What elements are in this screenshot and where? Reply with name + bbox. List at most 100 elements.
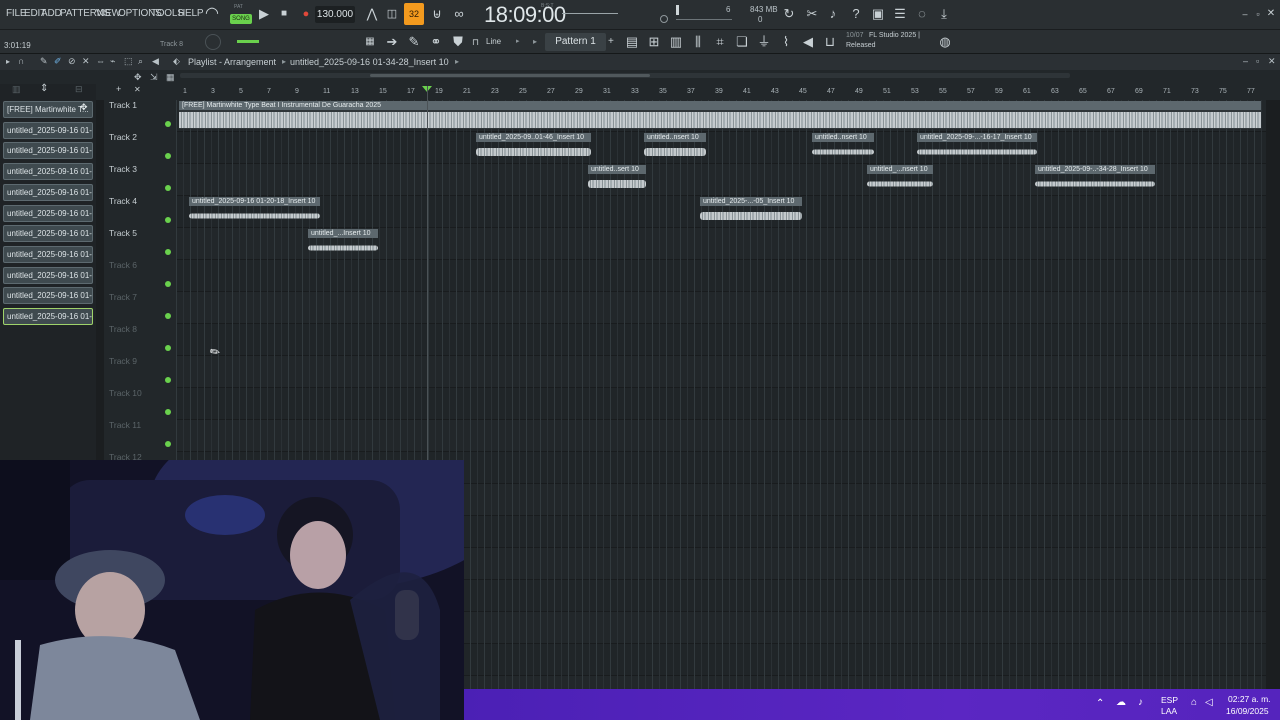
timeline-ruler[interactable]: 1 3 5 7 9 11 13 15 17 19 21 23 25 27 29 31 33 35 37 39 41 43 4… xyxy=(176,86,1266,98)
audio-clip[interactable]: untitled_2025-09-...-16-17_Insert 10 xyxy=(917,133,1037,161)
audio-clip[interactable]: untitled_...nsert 10 xyxy=(867,165,933,193)
cart-icon[interactable]: ⊔ xyxy=(821,33,839,51)
audio-clip[interactable]: untitled_2025-...-05_Insert 10 xyxy=(700,197,802,225)
countdown-button[interactable]: 32 xyxy=(404,3,424,25)
playlist-minimize-icon[interactable]: – xyxy=(1243,56,1248,66)
stamp-icon[interactable]: ⛊ xyxy=(449,33,467,51)
scrollbar-thumb[interactable] xyxy=(370,74,650,77)
pitch-knob[interactable] xyxy=(660,15,668,23)
track-name[interactable]: Track 5 xyxy=(109,228,137,238)
track-lane[interactable] xyxy=(176,420,1266,452)
playlist-close-icon[interactable]: ✕ xyxy=(1268,56,1276,67)
nudge-icon[interactable]: ✥ xyxy=(134,72,142,83)
browser-clip-item[interactable]: untitled_2025-09-16 01-... xyxy=(3,308,93,325)
plug-icon[interactable]: ⏚ xyxy=(755,33,773,51)
plugin-icon[interactable]: ⌗ xyxy=(711,33,729,51)
snap-arrow-icon[interactable]: ▸ xyxy=(516,37,520,45)
track-mute-led[interactable] xyxy=(165,185,171,191)
play-icon[interactable]: ▶ xyxy=(255,5,273,23)
slip-tool-icon[interactable]: ⇔ xyxy=(96,56,105,66)
network-icon[interactable]: ⌂ xyxy=(1191,697,1197,708)
chat-icon[interactable]: ◌ xyxy=(913,5,931,23)
browser-tab-icon[interactable]: ▥ xyxy=(12,84,21,95)
track-mute-led[interactable] xyxy=(165,377,171,383)
audio-clip[interactable]: untitled_2025-09-16 01-20-18_Insert 10 xyxy=(189,197,320,225)
magnet-icon[interactable]: ∩ xyxy=(18,56,24,66)
browser-clip-item[interactable]: untitled_2025-09-16 01-... xyxy=(3,266,93,284)
track-lane[interactable] xyxy=(176,260,1266,292)
remove-track-icon[interactable]: ✕ xyxy=(134,85,141,94)
track-mute-led[interactable] xyxy=(165,345,171,351)
help-icon[interactable]: ? xyxy=(847,5,865,23)
record-icon[interactable]: ● xyxy=(297,5,315,23)
slice-tool-icon[interactable]: ⌁ xyxy=(110,56,115,67)
globe-icon[interactable]: ◍ xyxy=(936,33,954,51)
news-title[interactable]: FL Studio 2025 | xyxy=(869,32,920,39)
track-name[interactable]: Track 2 xyxy=(109,132,137,142)
microphone-icon[interactable]: ♪ xyxy=(1138,697,1143,708)
playlist-maximize-icon[interactable]: ▫ xyxy=(1256,56,1259,66)
taskbar-clock[interactable]: 02:27 a. m. xyxy=(1228,694,1271,704)
select-tool-icon[interactable]: ⬚ xyxy=(124,56,133,67)
track-lane[interactable] xyxy=(176,132,1266,164)
breadcrumb[interactable]: untitled_2025-09-16 01-34-28_Insert 10 xyxy=(290,57,449,67)
pattern-selector[interactable]: Pattern 1 xyxy=(545,33,606,51)
volume-icon[interactable]: ◁ xyxy=(1205,697,1213,708)
track-mute-led[interactable] xyxy=(165,249,171,255)
menu-add[interactable]: ADD xyxy=(41,8,62,19)
language-code[interactable]: ESP xyxy=(1161,695,1178,705)
step-edit-icon[interactable]: ⊎ xyxy=(428,5,446,23)
track-mute-led[interactable] xyxy=(165,409,171,415)
save-icon[interactable]: ▣ xyxy=(869,5,887,23)
add-pattern-icon[interactable]: + xyxy=(608,36,614,47)
track-mute-led[interactable] xyxy=(165,313,171,319)
keyboard-layout[interactable]: LAA xyxy=(1161,706,1177,716)
track-mute-led[interactable] xyxy=(165,121,171,127)
grid-view-icon[interactable]: ▦ xyxy=(166,72,175,83)
download-icon[interactable]: ⤓ xyxy=(935,5,953,23)
tempo-display[interactable]: 130.000 xyxy=(315,6,355,23)
main-pitch-knob[interactable] xyxy=(205,34,221,50)
audio-clip[interactable]: untitled..nsert 10 xyxy=(644,133,706,161)
track-mute-led[interactable] xyxy=(165,281,171,287)
mixer-icon[interactable]: ☰ xyxy=(891,5,909,23)
paint-tool-icon[interactable]: ✐ xyxy=(54,56,62,67)
undo-icon[interactable]: ↻ xyxy=(780,5,798,23)
track-name[interactable]: Track 11 xyxy=(109,420,141,430)
audio-clip[interactable]: untitled_2025-09-..-34-28_Insert 10 xyxy=(1035,165,1155,193)
audio-clip[interactable]: untitled_...Insert 10 xyxy=(308,229,378,257)
add-track-icon[interactable]: + xyxy=(116,84,121,94)
song-mode-button[interactable]: SONG xyxy=(230,14,252,24)
audio-clip[interactable]: untitled..nsert 10 xyxy=(812,133,874,161)
audio-clip[interactable]: untitled..sert 10 xyxy=(588,165,646,193)
copy-icon[interactable]: ❏ xyxy=(733,33,751,51)
browser-clip-item[interactable]: untitled_2025-09-16 01-... xyxy=(3,183,93,201)
track-lane[interactable] xyxy=(176,292,1266,324)
channel-rack-icon[interactable]: ▥ xyxy=(667,33,685,51)
browser-clip-item[interactable]: untitled_2025-09-16 01-... xyxy=(3,287,93,305)
track-name[interactable]: Track 6 xyxy=(109,260,137,270)
mixer-sliders-icon[interactable]: ⫼ xyxy=(689,33,707,51)
track-name[interactable]: Track 1 xyxy=(109,100,137,110)
cut-icon[interactable]: ✂ xyxy=(803,5,821,23)
browser-clip-item[interactable]: untitled_2025-09-16 01-... xyxy=(3,121,93,139)
zoom-tool-icon[interactable]: ⌕ xyxy=(138,56,143,67)
playlist-menu-arrow-icon[interactable]: ▸ xyxy=(6,57,10,66)
playlist-icon[interactable]: ▤ xyxy=(623,33,641,51)
track-lane[interactable] xyxy=(176,356,1266,388)
close-icon[interactable]: ✕ xyxy=(1262,5,1280,23)
pencil-icon[interactable]: ✎ xyxy=(405,33,423,51)
track-name[interactable]: Track 7 xyxy=(109,292,137,302)
track-name[interactable]: Track 8 xyxy=(109,324,137,334)
piano-roll-icon[interactable]: ⊞ xyxy=(645,33,663,51)
track-name[interactable]: Track 4 xyxy=(109,196,137,206)
audio-clip[interactable]: untitled_2025-09..01-46_Insert 10 xyxy=(476,133,591,161)
playback-tool-icon[interactable]: ◀ xyxy=(152,56,159,67)
news-subtitle[interactable]: Released xyxy=(846,42,876,49)
brush-icon[interactable]: ⌇ xyxy=(777,33,795,51)
mic-icon[interactable]: ♪ xyxy=(824,5,842,23)
track-mute-led[interactable] xyxy=(165,441,171,447)
snap-select[interactable]: Line xyxy=(486,37,501,46)
pattern-prev-icon[interactable]: ▸ xyxy=(533,37,537,46)
browser-scroll-icon[interactable]: ⇕ xyxy=(40,83,48,94)
